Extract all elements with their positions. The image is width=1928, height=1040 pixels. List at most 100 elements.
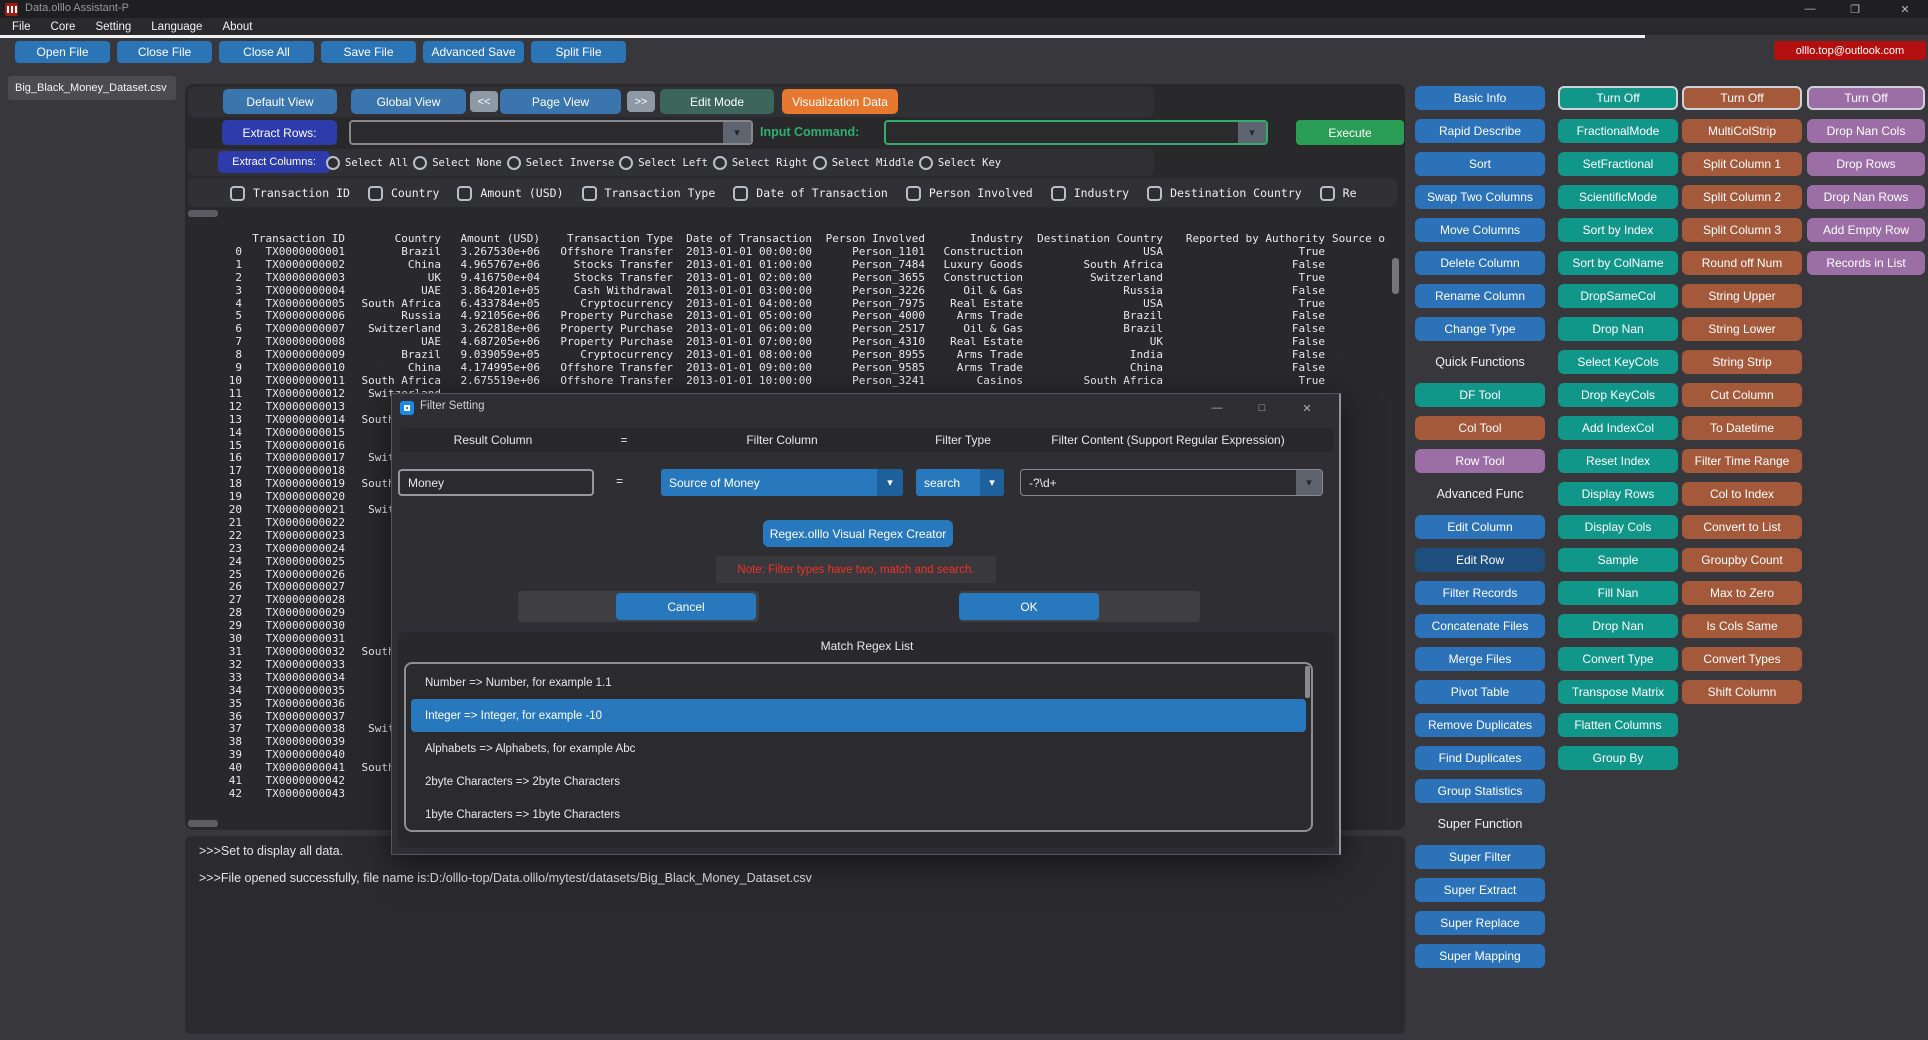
split-column-3-button[interactable]: Split Column 3 — [1682, 218, 1802, 242]
hscrollbar-bottom[interactable] — [188, 820, 218, 827]
edit-mode-button[interactable]: Edit Mode — [660, 89, 774, 114]
checkbox-amount-usd[interactable]: Amount (USD) — [457, 186, 563, 201]
cut-column-button[interactable]: Cut Column — [1682, 383, 1802, 407]
convert-type-button[interactable]: Convert Type — [1558, 647, 1678, 671]
radio-select-all[interactable]: Select All — [326, 156, 408, 170]
execute-button[interactable]: Execute — [1296, 120, 1404, 145]
checkbox-destination-country[interactable]: Destination Country — [1147, 186, 1302, 201]
col-tool-button[interactable]: Col Tool — [1415, 416, 1545, 440]
sample-button[interactable]: Sample — [1558, 548, 1678, 572]
checkbox-icon[interactable] — [733, 186, 748, 201]
round-off-num-button[interactable]: Round off Num — [1682, 251, 1802, 275]
menu-file[interactable]: File — [12, 21, 31, 33]
add-empty-row-button[interactable]: Add Empty Row — [1807, 218, 1925, 242]
cancel-button[interactable]: Cancel — [616, 593, 756, 620]
radio-icon[interactable] — [813, 156, 827, 170]
filter-records-button[interactable]: Filter Records — [1415, 581, 1545, 605]
global-view-button[interactable]: Global View — [351, 89, 466, 114]
checkbox-icon[interactable] — [1320, 186, 1335, 201]
convert-types-button[interactable]: Convert Types — [1682, 647, 1802, 671]
edit-row-button[interactable]: Edit Row — [1415, 548, 1545, 572]
checkbox-icon[interactable] — [368, 186, 383, 201]
drop-rows-button[interactable]: Drop Rows — [1807, 152, 1925, 176]
account-badge[interactable]: olllo.top@outlook.com — [1774, 41, 1926, 60]
rapid-describe-button[interactable]: Rapid Describe — [1415, 119, 1545, 143]
sort-by-colname-button[interactable]: Sort by ColName — [1558, 251, 1678, 275]
menu-about[interactable]: About — [222, 21, 252, 33]
rename-column-button[interactable]: Rename Column — [1415, 284, 1545, 308]
group-statistics-button[interactable]: Group Statistics — [1415, 779, 1545, 803]
dialog-close-icon[interactable]: ✕ — [1294, 398, 1320, 418]
basic-info-button[interactable]: Basic Info — [1415, 86, 1545, 110]
checkbox-date-of-transaction[interactable]: Date of Transaction — [733, 186, 888, 201]
chevron-down-icon[interactable]: ▾ — [1238, 122, 1266, 143]
chevron-down-icon[interactable]: ▾ — [980, 469, 1004, 496]
page-next-button[interactable]: >> — [627, 91, 655, 112]
regex-list-item[interactable]: Alphabets => Alphabets, for example Abc — [411, 732, 1306, 765]
delete-column-button[interactable]: Delete Column — [1415, 251, 1545, 275]
checkbox-industry[interactable]: Industry — [1051, 186, 1129, 201]
chevron-down-icon[interactable]: ▾ — [1296, 470, 1322, 495]
vscrollbar-thumb[interactable] — [1392, 258, 1399, 294]
radio-icon[interactable] — [326, 156, 340, 170]
super-filter-button[interactable]: Super Filter — [1415, 845, 1545, 869]
page-prev-button[interactable]: << — [470, 91, 498, 112]
display-rows-button[interactable]: Display Rows — [1558, 482, 1678, 506]
split-column-2-button[interactable]: Split Column 2 — [1682, 185, 1802, 209]
maximize-icon[interactable]: ❐ — [1840, 0, 1870, 18]
select-keycols-button[interactable]: Select KeyCols — [1558, 350, 1678, 374]
chevron-down-icon[interactable]: ▾ — [877, 469, 903, 496]
radio-select-left[interactable]: Select Left — [619, 156, 708, 170]
advanced-save-button[interactable]: Advanced Save — [423, 41, 524, 63]
radio-select-right[interactable]: Select Right — [713, 156, 808, 170]
sort-button[interactable]: Sort — [1415, 152, 1545, 176]
sidebar-item-open-file[interactable]: Big_Black_Money_Dataset.csv — [8, 76, 176, 100]
regex-list-item[interactable]: 2byte Characters => 2byte Characters — [411, 765, 1306, 798]
page-view-button[interactable]: Page View — [500, 89, 621, 114]
groupby-count-button[interactable]: Groupby Count — [1682, 548, 1802, 572]
checkbox-reported[interactable]: Re — [1320, 186, 1357, 201]
string-lower-button[interactable]: String Lower — [1682, 317, 1802, 341]
group-by-button[interactable]: Group By — [1558, 746, 1678, 770]
drop-nan-button[interactable]: Drop Nan — [1558, 317, 1678, 341]
radio-icon[interactable] — [507, 156, 521, 170]
list-scrollbar-thumb[interactable] — [1305, 666, 1310, 698]
turn-off-button[interactable]: Turn Off — [1558, 86, 1678, 110]
drop-keycols-button[interactable]: Drop KeyCols — [1558, 383, 1678, 407]
checkbox-icon[interactable] — [1051, 186, 1066, 201]
checkbox-icon[interactable] — [457, 186, 472, 201]
checkbox-icon[interactable] — [906, 186, 921, 201]
radio-select-middle[interactable]: Select Middle — [813, 156, 914, 170]
radio-icon[interactable] — [713, 156, 727, 170]
drop-nan-cols-button[interactable]: Drop Nan Cols — [1807, 119, 1925, 143]
save-file-button[interactable]: Save File — [321, 41, 416, 63]
drop-nan-button[interactable]: Drop Nan — [1558, 614, 1678, 638]
close-all-button[interactable]: Close All — [219, 41, 314, 63]
dialog-minimize-icon[interactable]: — — [1204, 398, 1230, 418]
setfractional-button[interactable]: SetFractional — [1558, 152, 1678, 176]
concatenate-files-button[interactable]: Concatenate Files — [1415, 614, 1545, 638]
multicolstrip-button[interactable]: MultiColStrip — [1682, 119, 1802, 143]
super-mapping-button[interactable]: Super Mapping — [1415, 944, 1545, 968]
turn-off-button[interactable]: Turn Off — [1682, 86, 1802, 110]
reset-index-button[interactable]: Reset Index — [1558, 449, 1678, 473]
turn-off-button[interactable]: Turn Off — [1807, 86, 1925, 110]
filter-type-dropdown[interactable]: search ▾ — [916, 469, 1004, 496]
remove-duplicates-button[interactable]: Remove Duplicates — [1415, 713, 1545, 737]
menu-core[interactable]: Core — [51, 21, 76, 33]
change-type-button[interactable]: Change Type — [1415, 317, 1545, 341]
is-cols-same-button[interactable]: Is Cols Same — [1682, 614, 1802, 638]
checkbox-country[interactable]: Country — [368, 186, 439, 201]
radio-icon[interactable] — [619, 156, 633, 170]
transpose-matrix-button[interactable]: Transpose Matrix — [1558, 680, 1678, 704]
drop-nan-rows-button[interactable]: Drop Nan Rows — [1807, 185, 1925, 209]
max-to-zero-button[interactable]: Max to Zero — [1682, 581, 1802, 605]
checkbox-icon[interactable] — [582, 186, 597, 201]
menu-language[interactable]: Language — [151, 21, 202, 33]
records-in-list-button[interactable]: Records in List — [1807, 251, 1925, 275]
visualization-data-button[interactable]: Visualization Data — [782, 89, 898, 114]
close-file-button[interactable]: Close File — [117, 41, 212, 63]
scientificmode-button[interactable]: ScientificMode — [1558, 185, 1678, 209]
input-command-combo[interactable]: ▾ — [884, 120, 1268, 145]
checkbox-icon[interactable] — [1147, 186, 1162, 201]
